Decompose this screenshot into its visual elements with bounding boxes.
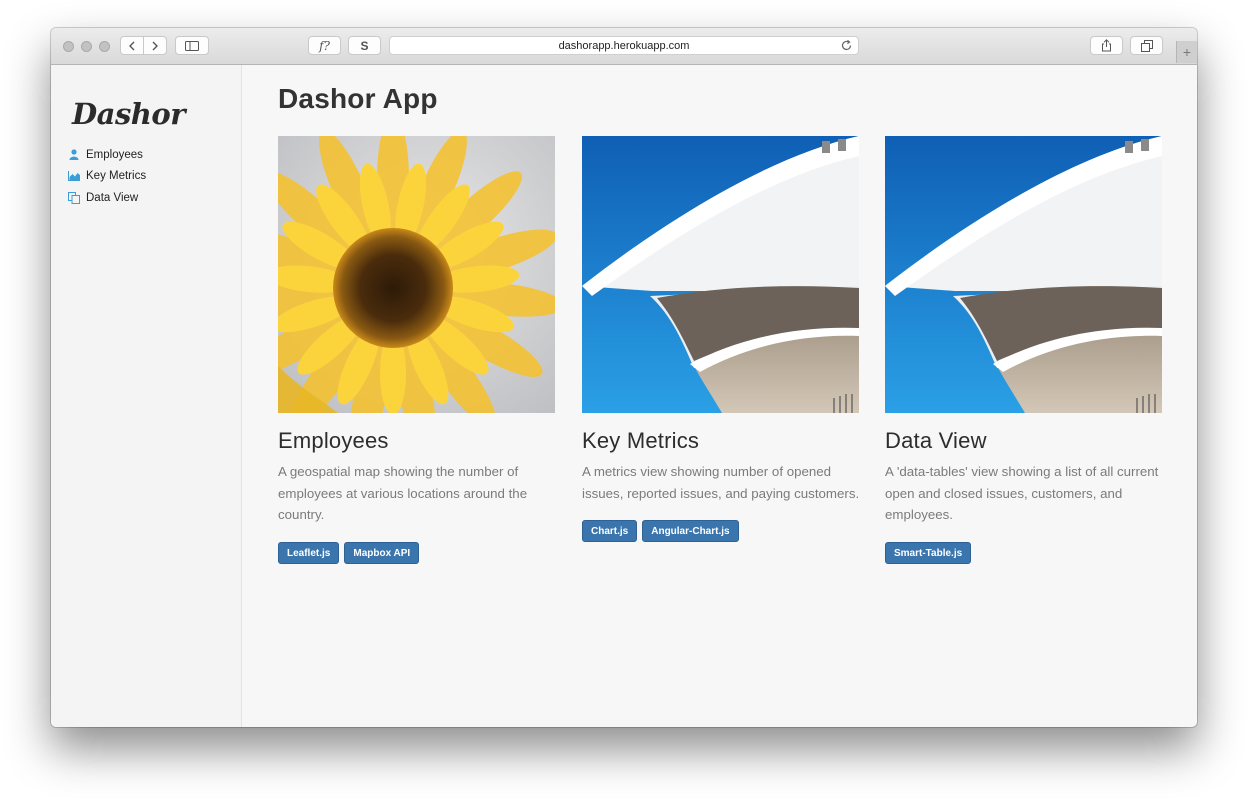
- browser-toolbar: f? S dashorapp.herokuapp.com +: [51, 28, 1197, 65]
- tag-list: Smart-Table.js: [885, 541, 1162, 564]
- extension-s-label: S: [360, 38, 369, 53]
- back-button[interactable]: [120, 36, 144, 55]
- forward-button[interactable]: [143, 36, 167, 55]
- page-title: Dashor App: [278, 83, 438, 114]
- sidebar-item-data-view[interactable]: Data View: [68, 187, 146, 209]
- tag-list: Leaflet.js Mapbox API: [278, 541, 555, 564]
- tag-chartjs[interactable]: Chart.js: [582, 520, 638, 542]
- tabs-icon: [1140, 39, 1153, 52]
- browser-window: f? S dashorapp.herokuapp.com + Dashor Em…: [51, 28, 1197, 727]
- plus-icon: +: [1182, 44, 1192, 60]
- chevron-right-icon: [152, 41, 158, 50]
- close-window-button[interactable]: [63, 41, 74, 52]
- sunflower-image[interactable]: [278, 136, 555, 413]
- url-text: dashorapp.herokuapp.com: [558, 39, 690, 52]
- sidebar-item-label: Key Metrics: [86, 170, 147, 183]
- zoom-window-button[interactable]: [99, 41, 110, 52]
- tag-list: Chart.js Angular-Chart.js: [582, 520, 859, 542]
- share-button[interactable]: [1090, 36, 1123, 55]
- card-description: A geospatial map showing the number of e…: [278, 464, 528, 522]
- app-logo[interactable]: Dashor: [72, 97, 185, 131]
- tag-mapbox-api[interactable]: Mapbox API: [344, 541, 420, 564]
- sidebar-toggle-button[interactable]: [175, 36, 209, 55]
- sidebar-item-label: Data View: [86, 191, 139, 204]
- share-icon: [1102, 39, 1111, 52]
- architecture-image[interactable]: [885, 136, 1162, 413]
- sidebar-item-label: Employees: [86, 148, 143, 161]
- main-content: Dashor App Employees A geospatial map sh…: [242, 65, 1197, 727]
- card-key-metrics: Key Metrics A metrics view showing numbe…: [582, 136, 859, 542]
- card-employees: Employees A geospatial map showing the n…: [278, 136, 555, 564]
- sidebar-nav: Employees Key Metrics Data View: [68, 144, 146, 209]
- minimize-window-button[interactable]: [81, 41, 92, 52]
- card-title: Employees: [278, 428, 389, 453]
- card-title: Data View: [885, 428, 987, 453]
- show-tabs-button[interactable]: [1130, 36, 1163, 55]
- new-tab-button[interactable]: +: [1176, 41, 1197, 63]
- extension-f-button[interactable]: f?: [308, 36, 341, 55]
- extension-s-button[interactable]: S: [348, 36, 381, 55]
- reload-icon[interactable]: [840, 39, 853, 52]
- sidebar-icon: [185, 40, 199, 51]
- copy-icon: [68, 191, 80, 204]
- area-chart-icon: [68, 170, 80, 182]
- tag-leaflet[interactable]: Leaflet.js: [278, 541, 340, 564]
- user-icon: [68, 149, 80, 161]
- address-bar[interactable]: dashorapp.herokuapp.com: [389, 36, 859, 55]
- sidebar-item-employees[interactable]: Employees: [68, 144, 146, 166]
- chevron-left-icon: [129, 41, 135, 50]
- sidebar-item-key-metrics[interactable]: Key Metrics: [68, 166, 146, 188]
- tag-angular-chartjs[interactable]: Angular-Chart.js: [642, 520, 739, 542]
- card-description: A metrics view showing number of opened …: [582, 464, 860, 501]
- architecture-image[interactable]: [582, 136, 859, 413]
- card-description: A 'data-tables' view showing a list of a…: [885, 464, 1159, 522]
- sidebar: Dashor Employees Key Metrics Data View: [51, 65, 242, 727]
- card-data-view: Data View A 'data-tables' view showing a…: [885, 136, 1162, 564]
- card-title: Key Metrics: [582, 428, 700, 453]
- extension-f-label: f?: [319, 38, 330, 53]
- tag-smart-table[interactable]: Smart-Table.js: [885, 541, 972, 564]
